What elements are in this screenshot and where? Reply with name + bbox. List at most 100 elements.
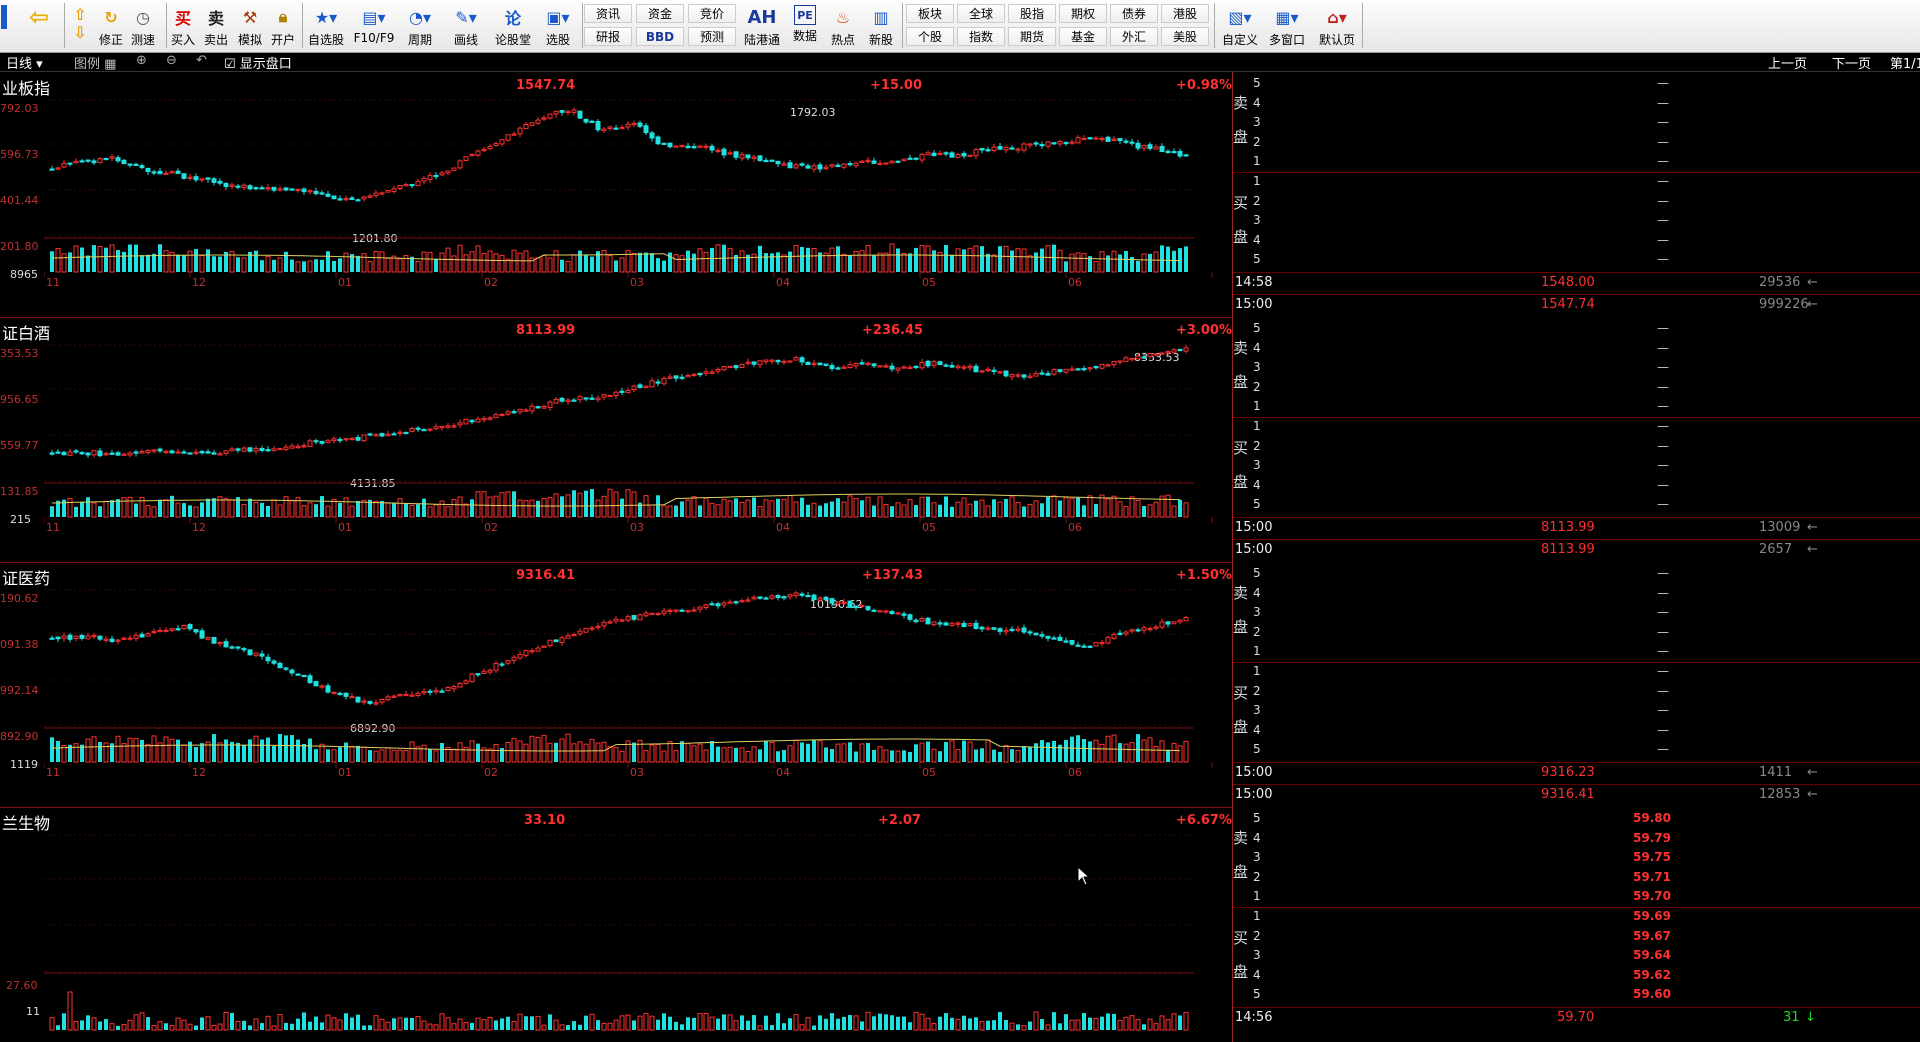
undo-icon[interactable]: ↶ (196, 53, 207, 68)
news-tab[interactable]: 资讯 (584, 4, 632, 23)
home-page-button[interactable]: ⌂▾ 默认页 (1314, 2, 1360, 50)
candle-body (913, 619, 919, 623)
volume-bar (565, 733, 571, 763)
volume-bar (1129, 1015, 1135, 1031)
sell-level: 2 (1253, 624, 1261, 639)
period-button[interactable]: ◔▾ 周期 (400, 2, 440, 50)
candle-body (1039, 372, 1045, 375)
market-us-tab[interactable]: 美股 (1161, 27, 1209, 46)
zoom-out-icon[interactable]: ⊖ (166, 53, 177, 68)
volume-bar (151, 506, 157, 518)
tick-price: 8113.99 (1541, 520, 1595, 535)
volume-bar (727, 746, 733, 763)
next-page-button[interactable]: 下一页 (1832, 53, 1871, 72)
sell-button[interactable]: 卖 卖出 (201, 2, 231, 50)
volume-bar (379, 251, 385, 273)
candle-body (1051, 369, 1057, 375)
market-sector-tab[interactable]: 板块 (906, 4, 954, 23)
volume-bar (404, 1017, 408, 1030)
fix-button[interactable]: ↻ 修正 (96, 2, 126, 50)
f10-button[interactable]: ▤▾ F10/F9 (352, 2, 396, 50)
market-hk-tab[interactable]: 港股 (1161, 4, 1209, 23)
volume-bar (470, 1022, 474, 1030)
market-global-tab[interactable]: 全球 (957, 4, 1005, 23)
hot-button[interactable]: ♨ 热点 (826, 2, 860, 50)
volume-bar (127, 1019, 133, 1031)
candle-body (103, 157, 109, 161)
month-label: 03 (630, 521, 644, 534)
market-forex-tab[interactable]: 外汇 (1110, 27, 1158, 46)
volume-bar (1028, 1021, 1032, 1030)
market-bonds-tab[interactable]: 债券 (1110, 4, 1158, 23)
market-stocks-tab[interactable]: 个股 (906, 27, 954, 46)
volume-bar (656, 495, 660, 517)
auction-tab[interactable]: 竞价 (688, 4, 736, 23)
forecast-tab[interactable]: 预测 (688, 27, 736, 46)
volume-bar (703, 749, 709, 763)
market-indices-tab[interactable]: 指数 (957, 27, 1005, 46)
ah-stock-connect-button[interactable]: AH 陆港通 (740, 2, 784, 50)
volume-bar (986, 1020, 990, 1030)
candle-body (643, 612, 649, 617)
candle-body (85, 635, 91, 640)
volume-bar (962, 249, 966, 272)
candle-body (535, 119, 541, 124)
customize-button[interactable]: ▧▾ 自定义 (1218, 2, 1262, 50)
volume-bar (200, 1017, 204, 1030)
funds-tab[interactable]: 资金 (636, 4, 684, 23)
sell-price: — (1657, 134, 1669, 149)
multi-window-button[interactable]: ▦▾ 多窗口 (1264, 2, 1310, 50)
candle-body (1075, 368, 1081, 371)
volume-bar (434, 258, 438, 272)
volume-bar (674, 505, 678, 517)
candle-body (427, 690, 433, 693)
volume-bar (955, 248, 961, 273)
watchlist-button[interactable]: ★▾ 自选股 (306, 2, 346, 50)
market-funds-tab[interactable]: 基金 (1059, 27, 1107, 46)
legend-button[interactable]: 图例 ▦ (74, 53, 116, 72)
draw-line-button[interactable]: ✎▾ 画线 (446, 2, 486, 50)
volume-bar (1171, 505, 1177, 518)
bbd-tab[interactable]: BBD (636, 27, 684, 46)
chart-panel-3[interactable]: 证医药 9316.41 +137.43 +1.50% 190.62 091.38… (0, 562, 1232, 808)
volume-bar (512, 491, 516, 517)
market-futures-tab[interactable]: 期货 (1008, 27, 1056, 46)
forum-button[interactable]: 论 论股堂 (492, 2, 534, 50)
show-orderbook-checkbox[interactable]: ☑ 显示盘口 (224, 53, 292, 72)
speed-test-button[interactable]: ◷ 测速 (128, 2, 158, 50)
simulate-button[interactable]: ⚒ 模拟 (235, 2, 265, 50)
back-button[interactable]: ⇦ (22, 2, 56, 50)
market-options-tab[interactable]: 期权 (1059, 4, 1107, 23)
volume-bar (914, 744, 918, 762)
volume-bar (811, 247, 817, 273)
chart-panel-4[interactable]: 兰生物 33.10 +2.07 +6.67% 27.60 11 (0, 807, 1232, 1042)
research-tab[interactable]: 研报 (584, 27, 632, 46)
candle-body (649, 132, 655, 139)
volume-bar (625, 489, 631, 518)
open-account-button[interactable]: 🔒︎ 开户 (268, 2, 298, 50)
volume-bar (127, 737, 133, 763)
candle-body (445, 687, 451, 692)
volume-bar (457, 742, 463, 763)
candle-body (61, 163, 67, 168)
chart-panel-1[interactable]: 业板指 1547.74 +15.00 +0.98% 792.03 596.73 … (0, 72, 1232, 318)
chart-panel-2[interactable]: 证白酒 8113.99 +236.45 +3.00% 353.53 956.65… (0, 317, 1232, 563)
buy-button[interactable]: 买 买入 (168, 2, 198, 50)
volume-bar (824, 1018, 828, 1030)
candle-body (55, 451, 61, 454)
volume-bar (787, 495, 793, 518)
data-button[interactable]: PE 数据 (788, 2, 822, 50)
stock-picker-button[interactable]: ▣▾ 选股 (538, 2, 578, 50)
candle-body (715, 368, 721, 372)
prev-page-button[interactable]: 上一页 (1768, 53, 1807, 72)
volume-bar (194, 248, 198, 272)
period-select[interactable]: 日线 ▾ (6, 53, 43, 72)
candle-body (343, 438, 349, 441)
volume-bar (1153, 746, 1159, 763)
zoom-in-icon[interactable]: ⊕ (136, 53, 147, 68)
sell-level: 5 (1253, 76, 1261, 90)
up-down-button[interactable]: ⇧ ⇩ (66, 2, 94, 50)
market-index-futures-tab[interactable]: 股指 (1008, 4, 1056, 23)
tick-time: 15:00 (1235, 787, 1273, 802)
new-stock-button[interactable]: ▥ 新股 (864, 2, 898, 50)
